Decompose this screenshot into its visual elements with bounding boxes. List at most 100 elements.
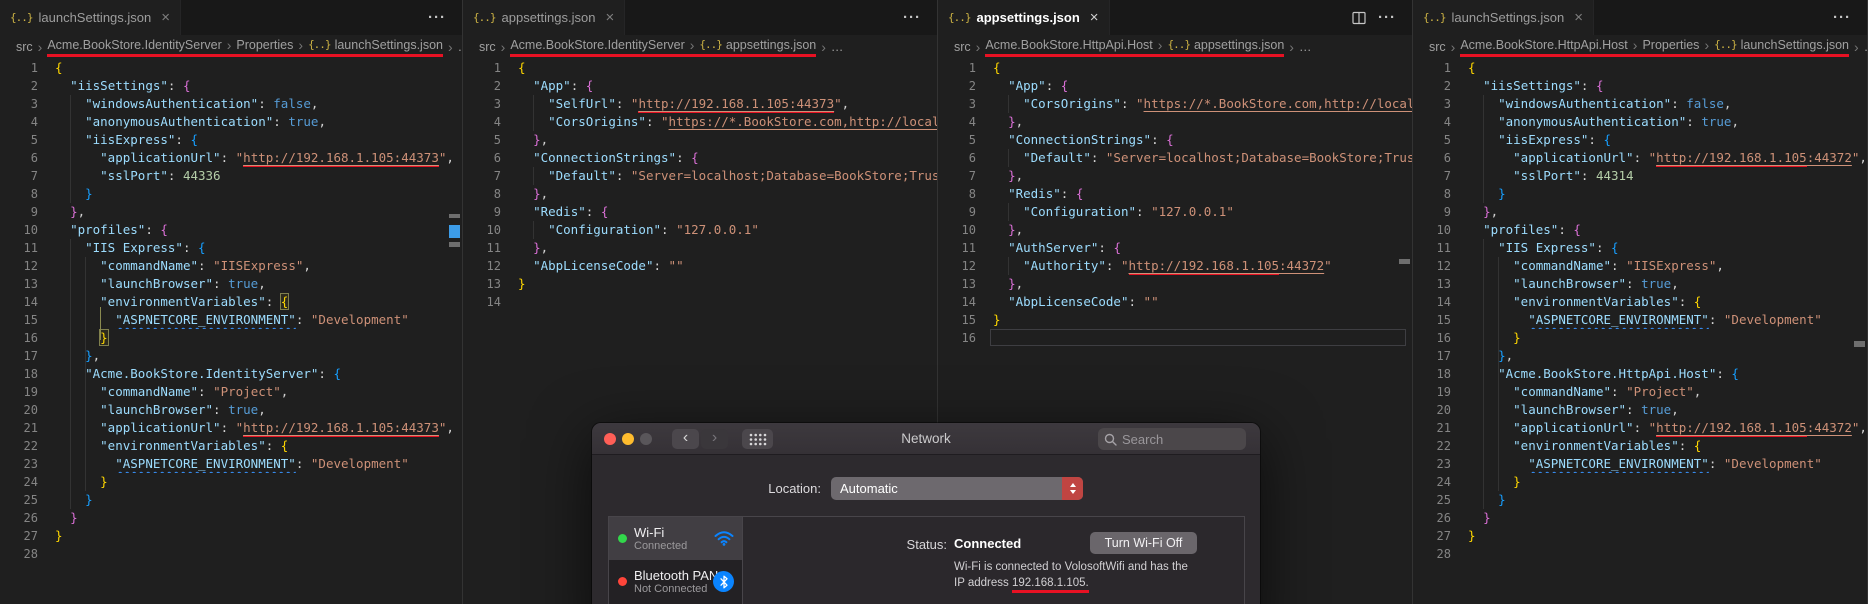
line-number: 14 bbox=[1436, 295, 1451, 309]
line-number: 19 bbox=[23, 385, 38, 399]
line-number: 17 bbox=[1436, 349, 1451, 363]
line-number: 3 bbox=[30, 97, 38, 111]
line-number: 15 bbox=[23, 313, 38, 327]
breadcrumb-item[interactable]: appsettings.json bbox=[726, 38, 816, 52]
indent-guide bbox=[1483, 239, 1485, 509]
line-number: 9 bbox=[968, 205, 976, 219]
code-line: 6 "applicationUrl": "http://192.168.1.10… bbox=[1413, 149, 1867, 167]
wifi-icon bbox=[714, 531, 734, 546]
turn-wifi-off-button[interactable]: Turn Wi-Fi Off bbox=[1090, 532, 1197, 554]
close-icon[interactable]: × bbox=[1090, 9, 1099, 26]
code-line: 5 "iisExpress": { bbox=[1413, 131, 1867, 149]
split-editor-icon[interactable] bbox=[1352, 11, 1366, 25]
breadcrumb: src › Acme.BookStore.IdentityServer › {..} ap… bbox=[463, 35, 937, 59]
line-number: 3 bbox=[968, 97, 976, 111]
line-number: 27 bbox=[23, 529, 38, 543]
chevron-right-icon: › bbox=[298, 36, 304, 53]
indent-guide bbox=[70, 95, 72, 203]
breadcrumb-item[interactable]: appsettings.json bbox=[1194, 38, 1284, 52]
service-bluetooth-pan[interactable]: Bluetooth PAN Not Connected bbox=[609, 560, 742, 603]
overview-ruler-mark bbox=[449, 225, 460, 238]
line-number: 4 bbox=[493, 115, 501, 129]
location-dropdown[interactable]: Automatic bbox=[831, 477, 1083, 500]
line-number: 27 bbox=[1436, 529, 1451, 543]
breadcrumb-item[interactable]: launchSettings.json bbox=[335, 38, 443, 52]
breadcrumb-item[interactable]: Properties bbox=[1642, 38, 1699, 52]
line-number: 12 bbox=[23, 259, 38, 273]
ellipsis-icon[interactable]: ··· bbox=[903, 9, 921, 26]
breadcrumb-item[interactable]: Acme.BookStore.HttpApi.Host bbox=[985, 38, 1152, 52]
ellipsis-icon[interactable]: ··· bbox=[1833, 9, 1851, 26]
line-number: 6 bbox=[493, 151, 501, 165]
breadcrumb-item[interactable]: … bbox=[1864, 40, 1867, 54]
close-icon[interactable]: × bbox=[161, 9, 170, 26]
ellipsis-icon[interactable]: ··· bbox=[428, 9, 446, 26]
code-line: 2 "iisSettings": { bbox=[1413, 77, 1867, 95]
json-file-icon: {..} bbox=[1167, 38, 1190, 51]
breadcrumb-item[interactable]: Acme.BookStore.HttpApi.Host bbox=[1460, 38, 1627, 52]
code-line: 6 "Default": "Server=localhost;Database=… bbox=[938, 149, 1412, 167]
code-line: 9 "Configuration": "127.0.0.1" bbox=[938, 203, 1412, 221]
code-line: 1{ bbox=[1413, 59, 1867, 77]
breadcrumb-item[interactable]: Properties bbox=[236, 38, 293, 52]
window-titlebar[interactable]: ‹ › Network Search bbox=[592, 423, 1260, 455]
breadcrumb-item[interactable]: … bbox=[1299, 40, 1312, 54]
code-line: 22 "environmentVariables": { bbox=[1413, 437, 1867, 455]
tab-bar: {..} launchSettings.json × ··· bbox=[1413, 0, 1867, 35]
breadcrumb-item[interactable]: … bbox=[458, 40, 462, 54]
detail-line1: Wi-Fi is connected to VolosoftWifi and h… bbox=[954, 561, 1188, 573]
breadcrumb-item[interactable]: Acme.BookStore.IdentityServer bbox=[510, 38, 684, 52]
breadcrumb-item[interactable]: src bbox=[16, 40, 33, 54]
line-number: 1 bbox=[493, 61, 501, 75]
breadcrumb-item[interactable]: … bbox=[831, 40, 844, 54]
breadcrumb-item[interactable]: Acme.BookStore.IdentityServer bbox=[47, 38, 221, 52]
code-line: 19 "commandName": "Project", bbox=[1413, 383, 1867, 401]
code-line: 8 }, bbox=[463, 185, 937, 203]
status-label: Status: bbox=[906, 537, 947, 552]
tab-launchsettings-json[interactable]: {..} launchSettings.json × bbox=[0, 0, 182, 35]
line-number: 17 bbox=[23, 349, 38, 363]
close-icon[interactable]: × bbox=[1574, 9, 1583, 26]
code-line: 10 "Configuration": "127.0.0.1" bbox=[463, 221, 937, 239]
breadcrumb-item[interactable]: src bbox=[954, 40, 971, 54]
tab-appsettings-json[interactable]: {..} appsettings.json × bbox=[463, 0, 626, 35]
annotation-underline: Acme.BookStore.IdentityServer › {..} appset… bbox=[510, 38, 817, 57]
tab-appsettings-json[interactable]: {..} appsettings.json × bbox=[938, 0, 1110, 35]
breadcrumb-item[interactable]: src bbox=[1429, 40, 1446, 54]
ellipsis-icon[interactable]: ··· bbox=[1378, 9, 1396, 26]
status-pane: Status: Connected Turn Wi-Fi Off Wi-Fi i… bbox=[743, 517, 1244, 604]
breadcrumb: src › Acme.BookStore.IdentityServer › Proper… bbox=[0, 35, 462, 59]
breadcrumb-item[interactable]: src bbox=[479, 40, 496, 54]
service-wifi[interactable]: Wi-Fi Connected bbox=[609, 517, 742, 560]
code-editor[interactable]: 1{2 "iisSettings": {3 "windowsAuthentica… bbox=[1413, 59, 1867, 604]
tab-launchsettings-json[interactable]: {..} launchSettings.json × bbox=[1413, 0, 1595, 35]
editor-group-4: {..} launchSettings.json × ··· src › Acme.… bbox=[1413, 0, 1868, 604]
breadcrumb-item[interactable]: launchSettings.json bbox=[1741, 38, 1849, 52]
line-number: 18 bbox=[1436, 367, 1451, 381]
chevron-right-icon: › bbox=[975, 39, 981, 55]
close-icon[interactable]: × bbox=[605, 9, 614, 26]
detail-line2-prefix: IP address bbox=[954, 576, 1012, 589]
json-file-icon: {..} bbox=[473, 11, 496, 24]
code-line: 15} bbox=[938, 311, 1412, 329]
code-line: 12 "Authority": "http://192.168.1.105:44… bbox=[938, 257, 1412, 275]
line-number: 21 bbox=[1436, 421, 1451, 435]
editor-group-1: {..} launchSettings.json × ··· src › Acme.… bbox=[0, 0, 463, 604]
line-number: 5 bbox=[30, 133, 38, 147]
chevron-right-icon: › bbox=[447, 39, 453, 55]
code-line: 15 "ASPNETCORE_ENVIRONMENT": "Developmen… bbox=[1413, 311, 1867, 329]
code-line: 7 "Default": "Server=localhost;Database=… bbox=[463, 167, 937, 185]
code-line: 5 "ConnectionStrings": { bbox=[938, 131, 1412, 149]
line-number: 20 bbox=[1436, 403, 1451, 417]
line-number: 10 bbox=[961, 223, 976, 237]
code-line: 13 "launchBrowser": true, bbox=[1413, 275, 1867, 293]
code-editor[interactable]: 1{2 "iisSettings": {3 "windowsAuthentica… bbox=[0, 59, 462, 604]
line-number: 1 bbox=[30, 61, 38, 75]
code-line: 6 "ConnectionStrings": { bbox=[463, 149, 937, 167]
line-number: 9 bbox=[493, 205, 501, 219]
bracket-pair-guide bbox=[100, 307, 102, 340]
code-line: 28 bbox=[1413, 545, 1867, 563]
search-input[interactable]: Search bbox=[1098, 428, 1246, 450]
code-line: 9 "Redis": { bbox=[463, 203, 937, 221]
line-number: 9 bbox=[1443, 205, 1451, 219]
